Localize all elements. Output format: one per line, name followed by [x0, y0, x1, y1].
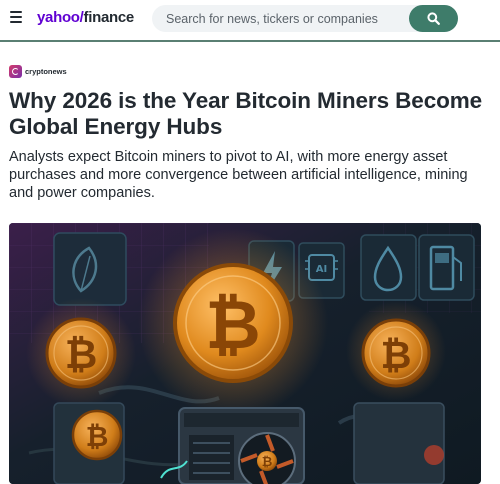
leaf-icon: [53, 232, 127, 306]
bitcoin-coin-icon: ₿: [361, 318, 431, 388]
logo-yahoo-text: yahoo/: [37, 9, 84, 26]
svg-text:₿: ₿: [262, 455, 273, 470]
cryptonews-logo-icon: [9, 64, 22, 78]
svg-text:₿: ₿: [205, 286, 260, 365]
hamburger-menu-icon[interactable]: [10, 11, 24, 25]
hero-illustration: AI ₿ ₿ ₿ ₿ ₿: [9, 223, 481, 484]
search-bar: [152, 5, 458, 32]
fuel-pump-icon: [418, 234, 475, 301]
svg-text:AI: AI: [316, 264, 327, 275]
svg-text:₿: ₿: [86, 420, 109, 453]
search-button[interactable]: [409, 5, 458, 32]
bitcoin-coin-icon: ₿: [173, 263, 293, 383]
magnifier-icon: [427, 12, 440, 25]
mining-rig-icon: ₿: [178, 407, 305, 484]
article-source[interactable]: cryptonews: [9, 64, 67, 78]
bitcoin-coin-icon: ₿: [53, 402, 125, 484]
logo-finance-text: finance: [83, 9, 135, 26]
article-title: Why 2026 is the Year Bitcoin Miners Beco…: [9, 88, 483, 139]
article-hero-image[interactable]: AI ₿ ₿ ₿ ₿ ₿: [9, 223, 481, 484]
site-header: yahoo/finance: [0, 0, 500, 42]
svg-text:₿: ₿: [381, 333, 412, 377]
water-drop-icon: [360, 234, 417, 301]
svg-text:₿: ₿: [65, 332, 98, 378]
article-subtitle: Analysts expect Bitcoin miners to pivot …: [9, 149, 468, 201]
search-input[interactable]: [166, 5, 412, 32]
bitcoin-coin-icon: ₿: [45, 317, 117, 389]
yahoo-finance-logo[interactable]: yahoo/finance: [37, 7, 134, 29]
source-name: cryptonews: [25, 66, 67, 76]
